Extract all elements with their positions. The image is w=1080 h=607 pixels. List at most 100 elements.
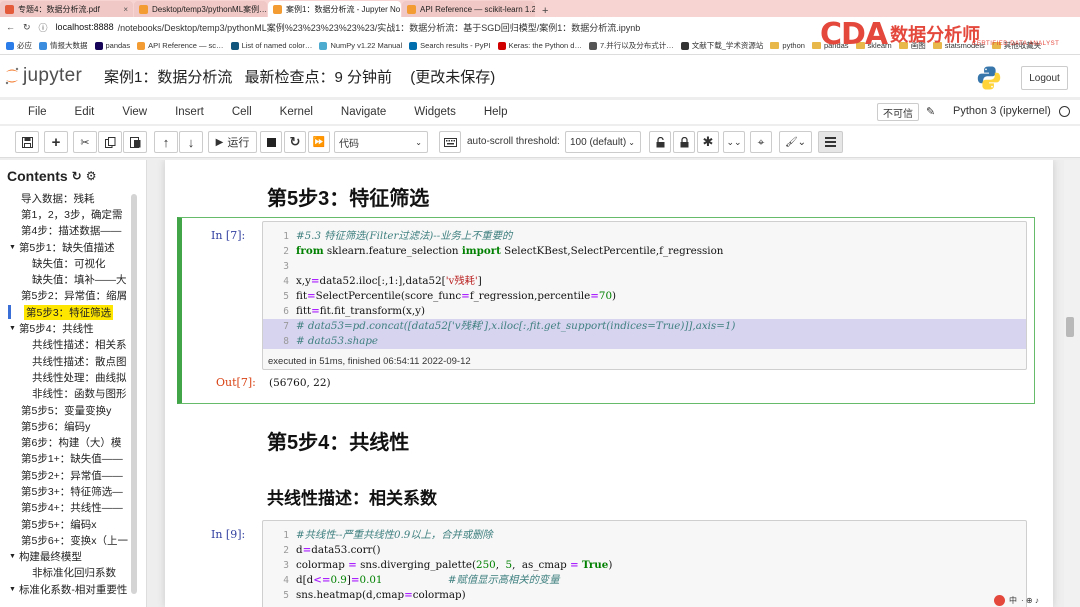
restart-button[interactable]: ↻: [284, 131, 306, 153]
toc-item[interactable]: 共线性描述：散点图: [0, 353, 138, 369]
toc-item[interactable]: 共线性描述：相关系: [0, 337, 138, 353]
browser-tab[interactable]: 案例1：数据分析流 - Jupyter No…×: [268, 1, 401, 17]
back-icon[interactable]: ←: [6, 22, 15, 32]
menu-navigate[interactable]: Navigate: [327, 106, 400, 118]
jupyter-logo[interactable]: jupyter: [4, 65, 100, 87]
close-icon[interactable]: ×: [123, 5, 128, 14]
move-up-button[interactable]: ↑: [154, 131, 178, 153]
code-editor[interactable]: 1 #5.3 特征筛选(Filter过滤法)--业务上不重要的 2 from skl…: [262, 221, 1027, 370]
toc-item[interactable]: 非线性：函数与图形: [0, 386, 138, 402]
menu-view[interactable]: View: [108, 106, 161, 118]
cell-type-select[interactable]: 代码 ⌄: [334, 131, 428, 153]
menu-file[interactable]: File: [0, 106, 61, 118]
unlock-button[interactable]: [649, 131, 671, 153]
bookmark-item[interactable]: API Reference — sc…: [137, 41, 224, 50]
toc-item[interactable]: 缺失值：可视化: [0, 255, 138, 271]
toc-item[interactable]: 第5步2+：异常值——: [0, 467, 138, 483]
bookmark-item[interactable]: NumPy v1.22 Manual: [319, 41, 402, 50]
toc-item-label: 第1，2，3步，确定需: [21, 208, 123, 221]
toc-item[interactable]: 第5步6+：变换x（上一: [0, 532, 138, 548]
format-button[interactable]: 🖌⌄: [779, 131, 812, 153]
toc-item[interactable]: 缺失值：填补——大: [0, 271, 138, 287]
tab-label: Desktop/temp3/pythonML案例…: [152, 4, 267, 14]
collapse-button[interactable]: ⌄⌄: [723, 131, 745, 153]
refresh-icon[interactable]: ↻: [72, 169, 82, 183]
menu-help[interactable]: Help: [470, 106, 522, 118]
toc-item[interactable]: 第5步2：异常值：缩屑: [0, 288, 138, 304]
toc-item[interactable]: 共线性处理：曲线拟: [0, 369, 138, 385]
ime-indicator[interactable]: 中: [1009, 595, 1017, 606]
caret-down-icon[interactable]: ▼: [9, 325, 16, 332]
toc-toggle-button[interactable]: [818, 131, 843, 153]
toc-item[interactable]: 第4步：描述数据——: [0, 223, 138, 239]
bookmark-item[interactable]: pandas: [94, 41, 130, 50]
trust-button[interactable]: 不可信: [877, 103, 919, 121]
logout-button[interactable]: Logout: [1021, 66, 1068, 90]
crosshair-button[interactable]: ⌖: [750, 131, 772, 153]
bookmark-item[interactable]: Search results - PyPI: [409, 41, 491, 50]
toc-item[interactable]: ▼ 第5步4：共线性: [0, 320, 138, 336]
run-label: 运行: [227, 137, 250, 149]
jupyter-header: jupyter 案例1：数据分析流 最新检查点：9 分钟前 (更改未保存): [0, 55, 1080, 97]
insert-cell-button[interactable]: +: [44, 131, 68, 153]
browser-tab[interactable]: Desktop/temp3/pythonML案例…×: [134, 1, 267, 17]
refresh-icon[interactable]: ↻: [23, 22, 31, 33]
menu-kernel[interactable]: Kernel: [266, 106, 327, 118]
gear-icon[interactable]: ⚙: [86, 169, 97, 183]
asterisk-button[interactable]: ✱: [697, 131, 719, 153]
command-palette-button[interactable]: [439, 131, 461, 153]
plus-icon: +: [51, 133, 61, 151]
copy-button[interactable]: [98, 131, 122, 153]
bookmark-item[interactable]: Keras: the Python d…: [497, 41, 582, 50]
toc-item[interactable]: 非标准化回归系数: [0, 565, 138, 581]
caret-down-icon[interactable]: ▼: [9, 553, 16, 560]
autoscroll-select[interactable]: 100 (default) ⌄: [565, 131, 641, 153]
toc-item-label: 缺失值：填补——大: [32, 274, 127, 287]
browser-tab[interactable]: 专题4：数据分析流.pdf ×: [0, 1, 133, 17]
toc-item[interactable]: 第6步：构建（大）模: [0, 434, 138, 450]
bookmark-item[interactable]: python: [770, 41, 805, 50]
lock-button[interactable]: [673, 131, 695, 153]
toc-item-label: 导入数据：残耗: [21, 192, 95, 205]
kernel-name[interactable]: Python 3 (ipykernel): [953, 105, 1051, 117]
toc-item[interactable]: ▼ 构建最终模型: [0, 549, 138, 565]
paste-button[interactable]: [123, 131, 147, 153]
bookmark-item[interactable]: 7.并行以及分布式计…: [588, 40, 674, 51]
menu-widgets[interactable]: Widgets: [400, 106, 470, 118]
toc-item[interactable]: 第5步6：编码y: [0, 418, 138, 434]
toc-item-label: 第5步6+：变换x（上一: [21, 534, 129, 547]
caret-down-icon[interactable]: ▼: [9, 244, 16, 251]
notebook-scrollbar-thumb[interactable]: [1066, 317, 1074, 337]
menu-edit[interactable]: Edit: [61, 106, 109, 118]
toc-item[interactable]: 第1，2，3步，确定需: [0, 206, 138, 222]
bookmark-item[interactable]: 必应: [6, 40, 32, 51]
interrupt-button[interactable]: [260, 131, 282, 153]
notebook-scrollbar[interactable]: [1064, 160, 1080, 607]
save-button[interactable]: [15, 131, 39, 153]
toc-item[interactable]: 第5步4+：共线性——: [0, 500, 138, 516]
toc-item[interactable]: ▼ 第5步1：缺失值描述: [0, 239, 138, 255]
cut-button[interactable]: ✂: [73, 131, 97, 153]
toc-item[interactable]: 第5步5+：编码x: [0, 516, 138, 532]
toc-item[interactable]: 第5步1+：缺失值——: [0, 451, 138, 467]
restart-run-all-button[interactable]: ⏩: [308, 131, 330, 153]
bookmark-item[interactable]: List of named color…: [230, 41, 312, 50]
move-down-button[interactable]: ↓: [179, 131, 203, 153]
code-editor[interactable]: 1 #共线性--严重共线性0.9以上，合并或删除 2 d=data53.corr()…: [262, 520, 1027, 607]
run-button[interactable]: ▶ 运行: [208, 131, 257, 153]
bookmark-item[interactable]: 文献下载_学术资源站: [680, 40, 763, 51]
toc-item[interactable]: ▼ 标准化系数-相对重要性: [0, 581, 138, 597]
menu-insert[interactable]: Insert: [161, 106, 218, 118]
toc-item[interactable]: 第5步3：特征筛选: [0, 304, 138, 320]
pencil-icon[interactable]: ✎: [926, 105, 935, 118]
caret-down-icon[interactable]: ▼: [9, 586, 16, 593]
new-tab-icon[interactable]: +: [536, 5, 554, 17]
copy-icon: [104, 136, 115, 148]
toc-item[interactable]: 导入数据：残耗: [0, 190, 138, 206]
bookmark-item[interactable]: 情报大数据: [39, 40, 88, 51]
toc-item[interactable]: 第5步3+：特征筛选—: [0, 483, 138, 499]
toc-item[interactable]: 第5步5：变量变换y: [0, 402, 138, 418]
notebook-title[interactable]: 案例1：数据分析流 最新检查点：9 分钟前 (更改未保存): [104, 66, 495, 87]
menu-cell[interactable]: Cell: [218, 106, 266, 118]
browser-tab[interactable]: API Reference — scikit-learn 1.2…×: [402, 1, 535, 17]
